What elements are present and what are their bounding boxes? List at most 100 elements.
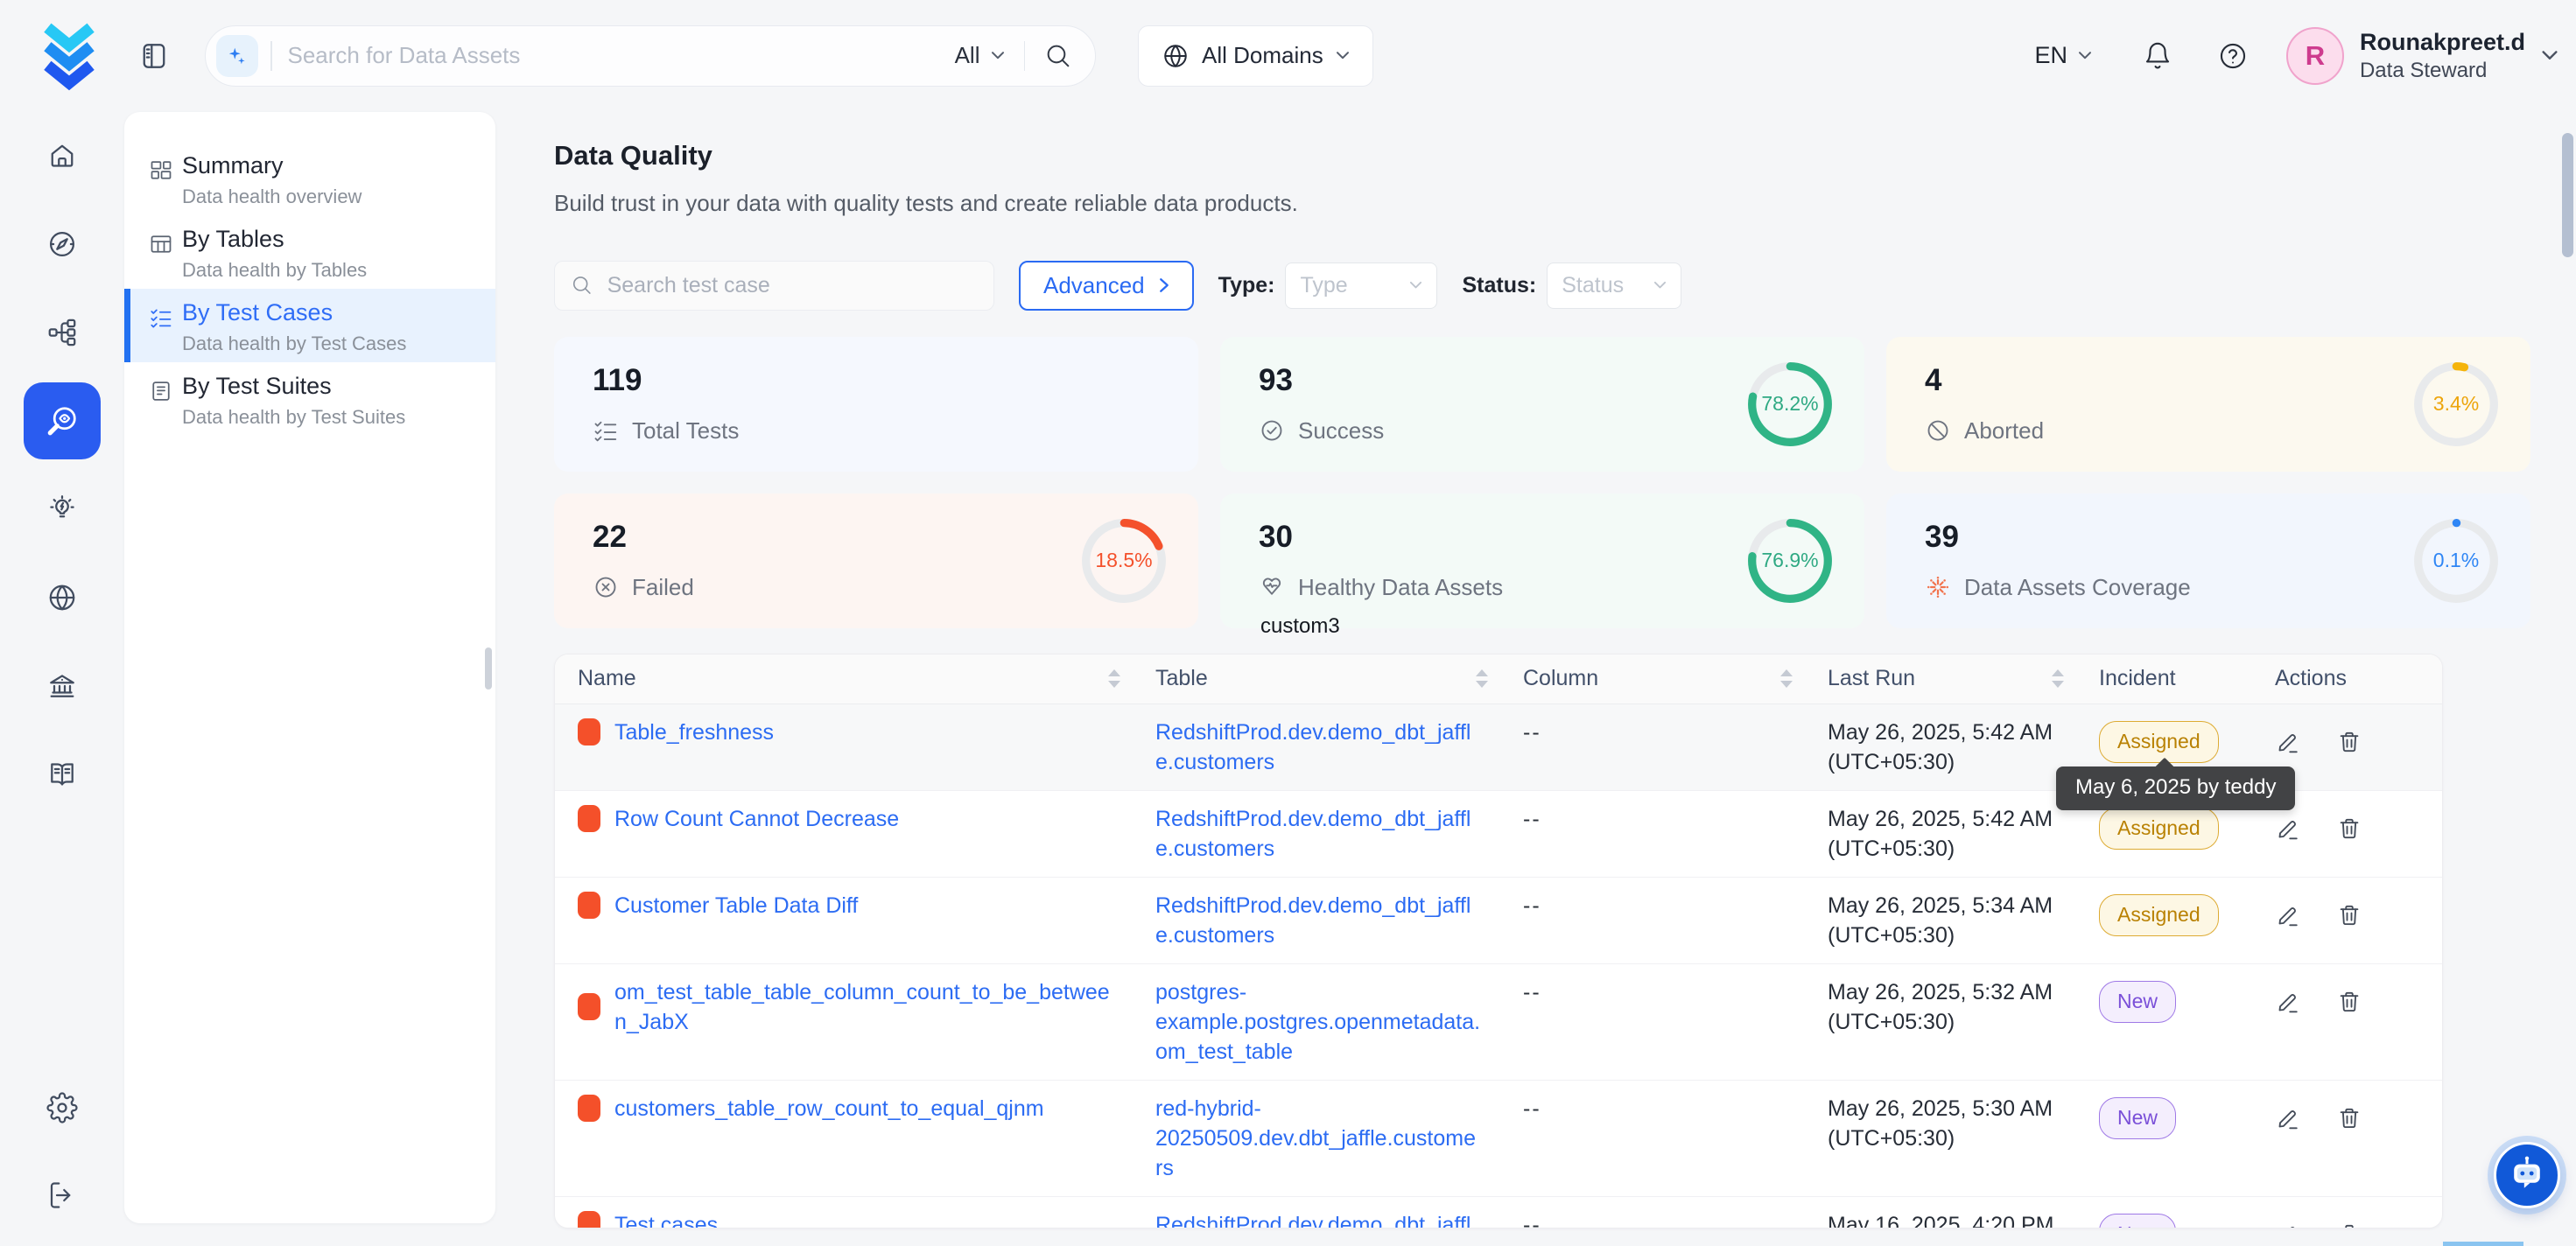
topbar-right-cluster: EN R Rounakpreet.d Data Steward — [2034, 27, 2558, 85]
incident-status-badge[interactable]: Assigned — [2099, 808, 2219, 850]
healthy-assets-card[interactable]: 30 Healthy Data Assets 76.9% — [1220, 494, 1864, 628]
edit-icon[interactable] — [2275, 1105, 2301, 1183]
type-filter-select[interactable]: Type — [1285, 262, 1437, 309]
success-card[interactable]: 93 Success 78.2% — [1220, 337, 1864, 472]
rail-item-domains[interactable] — [0, 553, 124, 641]
table-link[interactable]: RedshiftProd.dev.demo_dbt_jaffle.custome… — [1155, 807, 1470, 861]
test-case-search-input[interactable] — [606, 272, 978, 299]
rail-item-home[interactable] — [0, 111, 124, 200]
user-role: Data Steward — [2360, 60, 2525, 81]
table-link[interactable]: postgres-example.postgres.openmetadata.o… — [1155, 980, 1480, 1064]
table-link[interactable]: RedshiftProd.dev.demo_dbt_jaffle.custome… — [1155, 1213, 1470, 1228]
edit-icon[interactable] — [2275, 902, 2301, 950]
help-icon[interactable] — [2218, 41, 2248, 71]
test-status-indicator — [578, 1095, 600, 1122]
sort-icon[interactable] — [1780, 669, 1793, 688]
incident-status-badge[interactable]: New — [2099, 1097, 2176, 1139]
rail-item-insights[interactable] — [0, 465, 124, 553]
column-header-table[interactable]: Table — [1133, 666, 1500, 691]
delete-icon[interactable] — [2336, 1222, 2362, 1228]
test-status-indicator — [578, 993, 600, 1020]
subnav-item-by-test-cases[interactable]: By Test Cases Data health by Test Cases — [124, 289, 495, 362]
page-scrollbar[interactable] — [2562, 133, 2573, 257]
data-quality-subnav: Summary Data health overview By Tables D… — [124, 112, 495, 1223]
rail-item-governance[interactable] — [0, 641, 124, 730]
delete-icon[interactable] — [2336, 729, 2362, 777]
lineage-icon — [46, 317, 78, 348]
incident-status-badge[interactable]: Assigned — [2099, 721, 2219, 763]
last-run-cell: May 26, 2025, 5:42 AM (UTC+05:30) — [1805, 704, 2076, 790]
rail-item-settings[interactable] — [0, 1092, 124, 1124]
subnav-item-summary[interactable]: Summary Data health overview — [124, 142, 495, 215]
language-selector[interactable]: EN — [2034, 42, 2092, 69]
domains-selector[interactable]: All Domains — [1138, 25, 1373, 87]
incident-status-badge[interactable]: New — [2099, 1214, 2176, 1228]
test-case-link[interactable]: om_test_table_table_column_count_to_be_b… — [614, 977, 1115, 1037]
sort-icon[interactable] — [1476, 669, 1488, 688]
x-circle-icon — [593, 574, 619, 600]
column-header-column[interactable]: Column — [1500, 666, 1805, 691]
delete-icon[interactable] — [2336, 902, 2362, 950]
incident-status-badge[interactable]: Assigned — [2099, 894, 2219, 936]
test-case-link[interactable]: Table_freshness — [614, 718, 774, 747]
home-icon — [46, 140, 78, 172]
starburst-icon — [1925, 574, 1951, 600]
edit-icon[interactable] — [2275, 1222, 2301, 1228]
edit-icon[interactable] — [2275, 989, 2301, 1067]
column-header-last-run[interactable]: Last Run — [1805, 666, 2076, 691]
rail-item-lineage[interactable] — [0, 288, 124, 376]
table-link[interactable]: red-hybrid-20250509.dev.dbt_jaffle.custo… — [1155, 1096, 1476, 1180]
app-logo-icon[interactable] — [37, 21, 102, 91]
test-status-indicator — [578, 892, 600, 919]
incident-status-badge[interactable]: New — [2099, 981, 2176, 1023]
test-case-link[interactable]: Customer Table Data Diff — [614, 891, 858, 920]
table-link[interactable]: RedshiftProd.dev.demo_dbt_jaffle.custome… — [1155, 893, 1470, 948]
search-icon[interactable] — [1044, 42, 1072, 70]
robot-icon — [2506, 1154, 2548, 1196]
failed-ring: 18.5% — [1081, 518, 1167, 604]
coverage-ring: 0.1% — [2413, 518, 2499, 604]
logout-icon — [46, 1180, 78, 1211]
summary-cards: 119 Total Tests 93 Success 78.2% 4 Abort… — [554, 337, 2530, 628]
notifications-bell-icon[interactable] — [2143, 41, 2172, 71]
delete-icon[interactable] — [2336, 1105, 2362, 1183]
aborted-card[interactable]: 4 Aborted 3.4% — [1886, 337, 2530, 472]
delete-icon[interactable] — [2336, 989, 2362, 1067]
test-case-search[interactable] — [554, 261, 994, 311]
advanced-search-button[interactable]: Advanced — [1019, 261, 1194, 311]
test-status-indicator — [578, 718, 600, 746]
table-link[interactable]: RedshiftProd.dev.demo_dbt_jaffle.custome… — [1155, 720, 1470, 774]
sort-icon[interactable] — [2052, 669, 2064, 688]
total-tests-card[interactable]: 119 Total Tests — [554, 337, 1198, 472]
delete-icon[interactable] — [2336, 816, 2362, 864]
column-cell: -- — [1500, 1197, 1805, 1228]
column-header-name[interactable]: Name — [555, 666, 1133, 691]
sidebar-toggle-icon[interactable] — [138, 40, 170, 72]
edit-icon[interactable] — [2275, 816, 2301, 864]
test-case-link[interactable]: Row Count Cannot Decrease — [614, 804, 899, 834]
coverage-card[interactable]: 39 Data Assets Coverage 0.1% — [1886, 494, 2530, 628]
aborted-ring: 3.4% — [2413, 361, 2499, 447]
failed-card[interactable]: 22 Failed 18.5% — [554, 494, 1198, 628]
rail-item-logout[interactable] — [0, 1180, 124, 1211]
chat-assistant-button[interactable] — [2494, 1142, 2560, 1208]
user-avatar[interactable]: R — [2286, 27, 2344, 85]
subnav-scrollbar[interactable] — [485, 648, 492, 690]
incident-tooltip: May 6, 2025 by teddy — [2056, 766, 2295, 810]
column-header-actions: Actions — [2252, 666, 2442, 691]
main-content: Data Quality Build trust in your data wi… — [554, 111, 2530, 1228]
rail-item-explore[interactable] — [0, 200, 124, 288]
subnav-item-by-tables[interactable]: By Tables Data health by Tables — [124, 215, 495, 289]
status-filter-select[interactable]: Status — [1547, 262, 1681, 309]
global-search-bar[interactable]: Search for Data Assets All — [205, 25, 1096, 87]
test-case-link[interactable]: Test cases — [614, 1210, 718, 1228]
horizontal-scrollbar[interactable] — [2443, 1242, 2523, 1246]
rail-item-data-quality[interactable] — [0, 376, 124, 465]
rail-item-knowledge-center[interactable] — [0, 730, 124, 818]
subnav-item-by-test-suites[interactable]: By Test Suites Data health by Test Suite… — [124, 362, 495, 436]
summary-grid-icon — [149, 158, 173, 183]
search-scope-dropdown[interactable]: All — [955, 42, 1005, 69]
user-menu-chevron-icon[interactable] — [2541, 50, 2558, 61]
test-case-link[interactable]: customers_table_row_count_to_equal_qjnm — [614, 1094, 1044, 1124]
sort-icon[interactable] — [1108, 669, 1120, 688]
